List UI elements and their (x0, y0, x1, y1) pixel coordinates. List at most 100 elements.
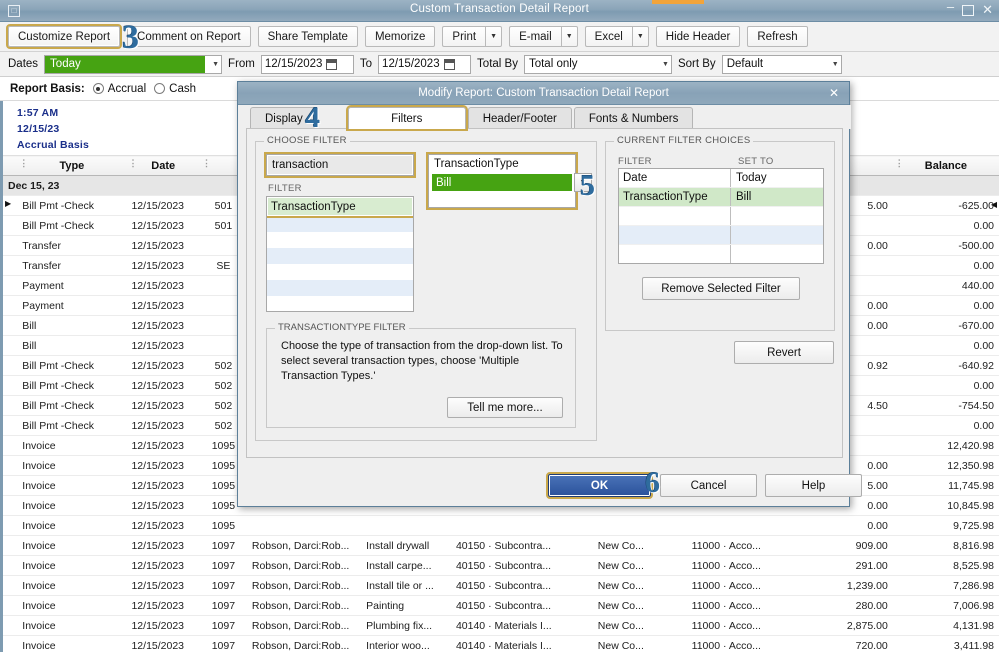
print-button[interactable]: Print (442, 26, 486, 47)
list-item[interactable] (267, 264, 413, 280)
table-row[interactable]: Invoice 12/15/2023 1097 Robson, Darci:Rob..… (3, 595, 999, 616)
filter-list-item-transactiontype[interactable]: TransactionType (267, 197, 413, 218)
cell-date: 12/15/2023 (126, 235, 200, 256)
sort-by-label: Sort By (677, 58, 716, 70)
cell-date: 12/15/2023 (126, 375, 200, 396)
total-by-chevron-down-icon[interactable]: ▼ (662, 56, 669, 73)
cell-type: Invoice (17, 555, 127, 576)
row-marker (3, 315, 18, 336)
table-row[interactable]: TransactionType Bill (619, 188, 823, 207)
cell-date: 12/15/2023 (126, 495, 200, 516)
cell-balance: 0.00 (892, 255, 999, 276)
table-row[interactable]: Invoice 12/15/2023 1097 Robson, Darci:Rob..… (3, 575, 999, 596)
transactiontype-dropdown-label: TransactionType (434, 158, 519, 170)
tell-me-more-button[interactable]: Tell me more... (447, 397, 563, 418)
help-text: Choose the type of transaction from the … (281, 340, 563, 382)
th-balance[interactable]: Balance (892, 155, 999, 176)
cell-date: 12/15/2023 (126, 195, 200, 216)
minimize-icon[interactable]: – (947, 0, 954, 14)
cell-balance: -640.92 (892, 355, 999, 376)
print-split-button: Print ▼ (442, 26, 503, 47)
radio-cash[interactable]: Cash (154, 83, 196, 95)
sort-by-chevron-down-icon[interactable]: ▼ (832, 56, 839, 73)
table-row[interactable]: Invoice 12/15/2023 1097 Robson, Darci:Rob..… (3, 635, 999, 652)
list-item[interactable] (267, 216, 413, 232)
cell-debit: 11000 · Acco... (686, 555, 779, 576)
table-row[interactable]: Invoice 12/15/2023 1095 0.00 9,725.98 (3, 515, 999, 536)
dates-select[interactable]: Today ▼ (44, 54, 223, 74)
cell-balance: 0.00 (892, 335, 999, 356)
list-item[interactable] (267, 296, 413, 311)
step-badge-3: 3 (122, 19, 139, 56)
tab-fonts-numbers[interactable]: Fonts & Numbers (573, 107, 694, 129)
cell-debit: 11000 · Acco... (686, 535, 779, 556)
share-template-button[interactable]: Share Template (257, 26, 358, 47)
list-item[interactable] (267, 248, 413, 264)
excel-dropdown-arrow-icon[interactable]: ▼ (631, 26, 649, 47)
transactiontype-dropdown[interactable]: TransactionType Bill ▼ (426, 152, 592, 210)
help-button[interactable]: Help (765, 474, 862, 497)
ok-button[interactable]: OK (546, 472, 653, 499)
current-filters-table[interactable]: Date Today TransactionType Bill (618, 168, 824, 264)
from-label: From (228, 58, 255, 70)
cancel-button[interactable]: Cancel (660, 474, 757, 497)
memorize-button[interactable]: Memorize (364, 26, 436, 47)
cell-type: Bill Pmt -Check (17, 395, 127, 416)
refresh-button[interactable]: Refresh (747, 26, 808, 47)
table-row[interactable]: Invoice 12/15/2023 1097 Robson, Darci:Rob..… (3, 535, 999, 556)
table-row[interactable]: Date Today (619, 169, 823, 188)
excel-button[interactable]: Excel (584, 26, 632, 47)
revert-button[interactable]: Revert (734, 341, 834, 364)
tab-fonts-numbers-label: Fonts & Numbers (588, 112, 679, 125)
sort-by-select[interactable]: Default ▼ (721, 54, 842, 74)
tab-filters[interactable]: Filters (345, 105, 468, 131)
transactiontype-selected-value[interactable]: Bill ▼ (432, 173, 592, 192)
dates-chevron-down-icon[interactable]: ▼ (212, 56, 219, 73)
table-row[interactable] (619, 245, 823, 263)
cell-balance: 12,350.98 (892, 455, 999, 476)
table-row[interactable] (619, 207, 823, 226)
close-icon[interactable]: ✕ (982, 3, 993, 17)
cell-date: 12/15/2023 (126, 635, 200, 652)
cell-balance: 11,745.98 (892, 475, 999, 496)
comment-on-report-button[interactable]: Comment on Report (127, 26, 251, 47)
cell-balance: 7,006.98 (892, 595, 999, 616)
to-date-field[interactable]: 12/15/2023 (378, 54, 472, 74)
calendar-icon[interactable] (443, 58, 455, 70)
radio-accrual[interactable]: Accrual (92, 83, 146, 95)
report-toolbar: Customize Report Comment on Report Share… (0, 22, 999, 52)
list-item[interactable] (267, 280, 413, 296)
choose-filter-label: CHOOSE FILTER (264, 135, 350, 146)
list-item[interactable] (267, 232, 413, 248)
email-dropdown-arrow-icon[interactable]: ▼ (560, 26, 578, 47)
print-dropdown-arrow-icon[interactable]: ▼ (485, 26, 503, 47)
filter-name (619, 207, 731, 225)
table-row[interactable] (619, 226, 823, 245)
remove-selected-filter-button[interactable]: Remove Selected Filter (642, 277, 800, 300)
dialog-close-icon[interactable]: ✕ (829, 86, 839, 100)
from-date-field[interactable]: 12/15/2023 (260, 54, 354, 74)
filter-search-input[interactable]: transaction (264, 152, 416, 178)
to-label: To (359, 58, 373, 70)
maximize-icon[interactable] (962, 4, 975, 16)
cell-memo: Painting (361, 595, 451, 616)
tab-header-footer[interactable]: Header/Footer (467, 107, 572, 129)
table-row[interactable]: Invoice 12/15/2023 1097 Robson, Darci:Rob..… (3, 555, 999, 576)
excel-split-button: Excel ▼ (584, 26, 649, 47)
th-type[interactable]: Type (17, 155, 127, 176)
tab-filters-label: Filters (391, 112, 423, 125)
email-button[interactable]: E-mail (509, 26, 561, 47)
total-by-select[interactable]: Total only ▼ (523, 54, 672, 74)
cell-clr (570, 615, 593, 636)
orange-tab-indicator (652, 0, 704, 4)
cell-account: 40140 · Materials I... (450, 635, 571, 652)
customize-report-button[interactable]: Customize Report (5, 24, 123, 49)
table-row[interactable]: Invoice 12/15/2023 1097 Robson, Darci:Rob..… (3, 615, 999, 636)
hide-header-button[interactable]: Hide Header (655, 26, 741, 47)
row-marker (3, 435, 18, 456)
filter-listbox[interactable]: TransactionType (266, 196, 414, 312)
cell-balance: 9,725.98 (892, 515, 999, 536)
th-date[interactable]: Date (126, 155, 200, 176)
calendar-icon[interactable] (326, 58, 338, 70)
filter-table-header: FILTER SET TO (618, 156, 824, 167)
